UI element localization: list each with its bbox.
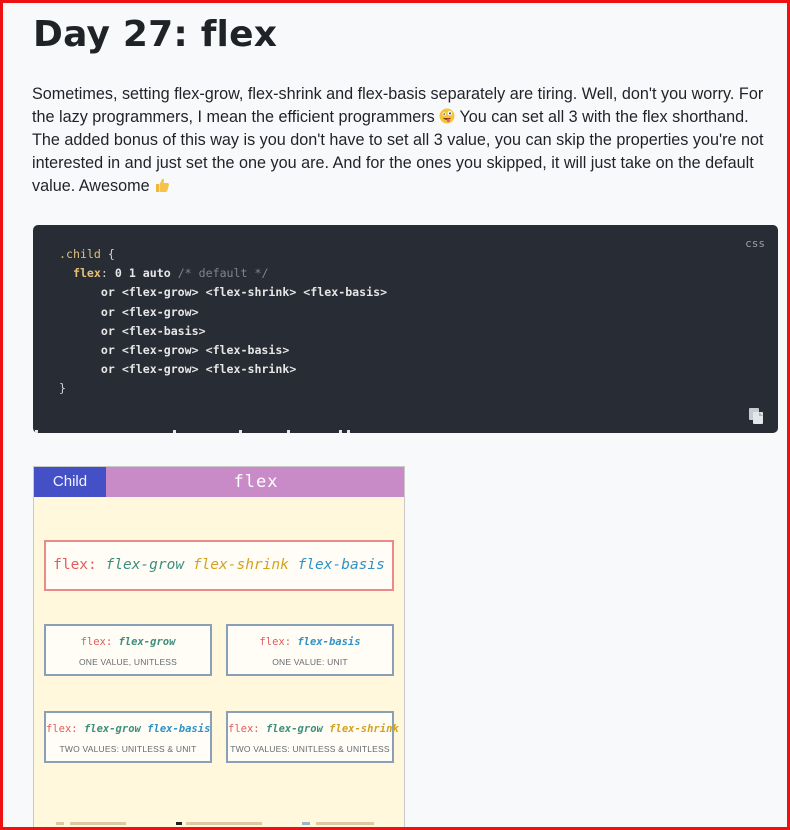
flex-basis-label: flex-basis (297, 557, 385, 573)
code-value: 0 1 auto (114, 266, 171, 281)
code-language-label: css (745, 237, 765, 250)
flex-grow-label: flex-grow (83, 723, 141, 735)
code-colon: : (100, 266, 108, 281)
example-box-one-unit: flex: flex-basis ONE VALUE: UNIT (226, 624, 394, 676)
flex-grow-label: flex-grow (265, 723, 323, 735)
page-title: Day 27: flex (33, 14, 278, 55)
intro-paragraph: Sometimes, setting flex-grow, flex-shrin… (32, 83, 767, 198)
code-close-brace: } (59, 381, 66, 396)
code-line: or <flex-grow> <flex-shrink> <flex-basis… (100, 285, 388, 300)
code-block: css .child { flex: 0 1 auto /* default *… (33, 225, 778, 433)
code-line: or <flex-grow> <flex-shrink> (100, 362, 297, 377)
illustration-footer-residue (34, 822, 404, 828)
example-caption: ONE VALUE: UNIT (272, 657, 348, 667)
illustration-header: Child flex (34, 467, 404, 497)
example-caption: ONE VALUE, UNITLESS (78, 657, 178, 667)
flex-shrink-label: flex-shrink (329, 723, 399, 735)
example-box-two-unitless-unit: flex: flex-grow flex-basis TWO VALUES: U… (44, 711, 212, 763)
flex-prop: flex: (259, 636, 292, 648)
code-property: flex (72, 266, 101, 281)
code-content: .child { flex: 0 1 auto /* default */ or… (59, 245, 387, 399)
example-caption: TWO VALUES: UNITLESS & UNITLESS (230, 744, 390, 754)
flex-shrink-label: flex-shrink (192, 557, 289, 573)
flex-basis-label: flex-basis (147, 723, 211, 735)
flex-prop: flex: (80, 636, 113, 648)
flex-prop: flex: (53, 557, 97, 573)
zany-face-icon (439, 108, 455, 124)
flex-basis-label: flex-basis (297, 636, 361, 648)
example-box-one-unitless: flex: flex-grow ONE VALUE, UNITLESS (44, 624, 212, 676)
flex-tag: flex (106, 467, 404, 497)
child-tag: Child (34, 467, 106, 497)
flex-prop: flex: (228, 723, 260, 735)
code-selector: .child (59, 247, 101, 261)
code-line: or <flex-basis> (100, 323, 206, 338)
example-caption: TWO VALUES: UNITLESS & UNIT (59, 744, 197, 754)
example-box-two-unitless-unitless: flex: flex-grow flex-shrink TWO VALUES: … (226, 711, 399, 763)
code-comment: /* default */ (177, 266, 269, 281)
flex-prop: flex: (46, 723, 78, 735)
code-line: or <flex-grow> <flex-basis> (100, 343, 290, 358)
code-line: or <flex-grow> (100, 304, 199, 319)
flex-illustration: Child flex flex: flex-grow flex-shrink f… (33, 466, 405, 830)
code-open-brace: { (107, 247, 115, 261)
flex-syntax-box: flex: flex-grow flex-shrink flex-basis (44, 540, 394, 591)
thumbs-up-icon (156, 178, 170, 192)
copy-icon[interactable] (746, 406, 766, 426)
flex-grow-label: flex-grow (118, 636, 176, 648)
flex-grow-label: flex-grow (105, 557, 185, 573)
code-scroll-residue (33, 430, 363, 433)
